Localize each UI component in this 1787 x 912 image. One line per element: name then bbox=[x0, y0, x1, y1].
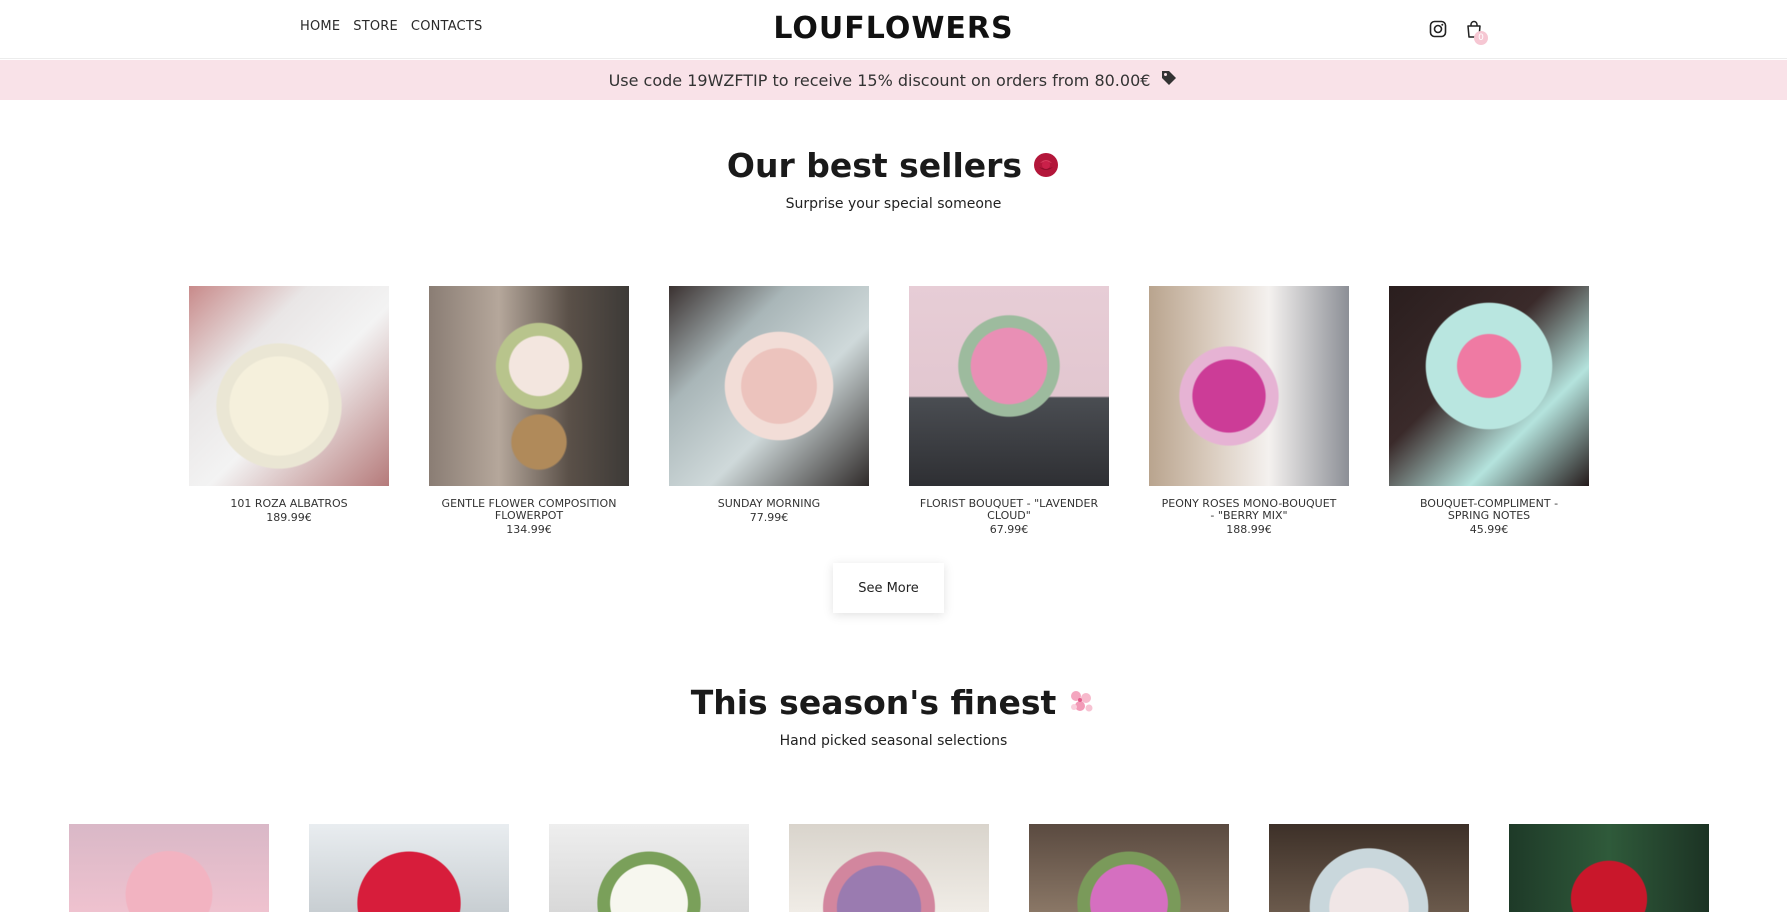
season-subtitle: Hand picked seasonal selections bbox=[779, 733, 1008, 749]
product-card[interactable] bbox=[1029, 824, 1229, 912]
season-title: This season's finest bbox=[690, 683, 1057, 722]
product-card[interactable] bbox=[69, 824, 269, 912]
product-card[interactable] bbox=[549, 824, 749, 912]
product-card[interactable] bbox=[1509, 824, 1709, 912]
promo-bar: Use code 19WZFTIP to receive 15% discoun… bbox=[0, 60, 1787, 100]
product-name[interactable]: SUNDAY MORNING bbox=[669, 498, 869, 510]
product-image[interactable] bbox=[429, 286, 629, 486]
product-image[interactable] bbox=[789, 824, 989, 912]
product-card[interactable] bbox=[1269, 824, 1469, 912]
cherry-blossom-icon bbox=[1066, 685, 1096, 724]
product-image[interactable] bbox=[909, 286, 1109, 486]
product-card[interactable]: FLORIST BOUQUET - "LAVENDER CLOUD" 67.99… bbox=[909, 286, 1109, 536]
product-price: 67.99€ bbox=[989, 523, 1029, 536]
product-name[interactable]: PEONY ROSES MONO-BOUQUET - "BERRY MIX" bbox=[1149, 498, 1349, 522]
logo-wrapper: LOUFLOWERS bbox=[0, 11, 1787, 46]
product-card[interactable] bbox=[309, 824, 509, 912]
product-card[interactable] bbox=[789, 824, 989, 912]
season-grid bbox=[69, 824, 1709, 912]
product-image[interactable] bbox=[1029, 824, 1229, 912]
product-image[interactable] bbox=[1149, 286, 1349, 486]
product-image[interactable] bbox=[549, 824, 749, 912]
product-card[interactable]: PEONY ROSES MONO-BOUQUET - "BERRY MIX" 1… bbox=[1149, 286, 1349, 536]
product-price: 77.99€ bbox=[749, 511, 789, 524]
product-image[interactable] bbox=[69, 824, 269, 912]
product-name[interactable]: GENTLE FLOWER COMPOSITION FLOWERPOT bbox=[429, 498, 629, 522]
main-nav: HOME STORE CONTACTS bbox=[300, 19, 482, 34]
nav-home[interactable]: HOME bbox=[300, 19, 340, 34]
product-image[interactable] bbox=[1509, 824, 1709, 912]
product-image[interactable] bbox=[1269, 824, 1469, 912]
site-header: HOME STORE CONTACTS LOUFLOWERS 0 bbox=[0, 0, 1787, 59]
product-price: 189.99€ bbox=[266, 511, 312, 524]
best-sellers-heading: Our best sellers bbox=[0, 146, 1787, 187]
product-image[interactable] bbox=[669, 286, 869, 486]
instagram-icon[interactable] bbox=[1428, 19, 1448, 39]
product-image[interactable] bbox=[1389, 286, 1589, 486]
product-name[interactable]: BOUQUET-COMPLIMENT - SPRING NOTES bbox=[1389, 498, 1589, 522]
nav-store[interactable]: STORE bbox=[353, 19, 398, 34]
shopping-bag-icon[interactable]: 0 bbox=[1464, 19, 1488, 45]
best-sellers-grid: 101 ROZA ALBATROS 189.99€ GENTLE FLOWER … bbox=[189, 286, 1589, 536]
promo-text: Use code 19WZFTIP to receive 15% discoun… bbox=[608, 70, 1151, 90]
site-logo[interactable]: LOUFLOWERS bbox=[773, 11, 1013, 46]
cart-count-badge: 0 bbox=[1474, 31, 1488, 45]
product-card[interactable]: SUNDAY MORNING 77.99€ bbox=[669, 286, 869, 536]
product-image[interactable] bbox=[189, 286, 389, 486]
product-image[interactable] bbox=[309, 824, 509, 912]
product-card[interactable]: GENTLE FLOWER COMPOSITION FLOWERPOT 134.… bbox=[429, 286, 629, 536]
rose-icon bbox=[1032, 148, 1060, 187]
product-name[interactable]: FLORIST BOUQUET - "LAVENDER CLOUD" bbox=[909, 498, 1109, 522]
product-card[interactable]: BOUQUET-COMPLIMENT - SPRING NOTES 45.99€ bbox=[1389, 286, 1589, 536]
product-card[interactable]: 101 ROZA ALBATROS 189.99€ bbox=[189, 286, 389, 536]
season-heading: This season's finest bbox=[0, 683, 1787, 724]
best-sellers-title: Our best sellers bbox=[726, 146, 1023, 185]
see-more-button[interactable]: See More bbox=[833, 563, 944, 613]
product-name[interactable]: 101 ROZA ALBATROS bbox=[189, 498, 389, 510]
product-price: 188.99€ bbox=[1226, 523, 1272, 536]
product-price: 45.99€ bbox=[1469, 523, 1509, 536]
header-icons: 0 bbox=[1428, 19, 1488, 45]
product-price: 134.99€ bbox=[506, 523, 552, 536]
nav-contacts[interactable]: CONTACTS bbox=[411, 19, 483, 34]
best-sellers-subtitle: Surprise your special someone bbox=[785, 196, 1002, 212]
tag-icon bbox=[1160, 69, 1178, 91]
